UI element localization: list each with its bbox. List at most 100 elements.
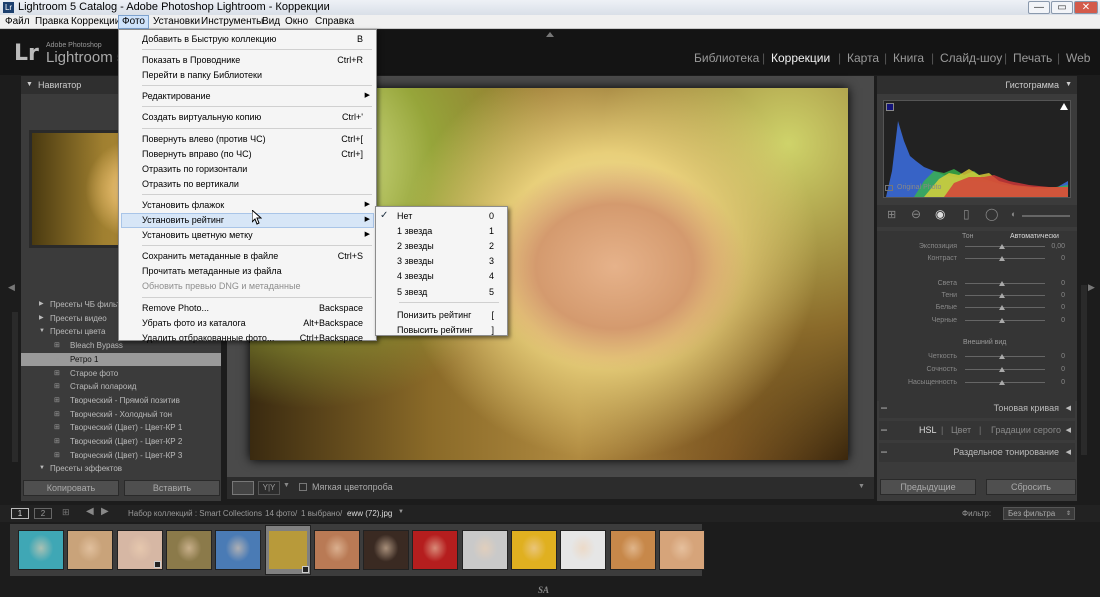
loupe-view-icon[interactable] <box>232 481 254 495</box>
graduated-filter-icon[interactable]: ▯ <box>963 207 970 221</box>
filter-select[interactable]: Без фильтра ⇕ <box>1003 507 1075 520</box>
preset-item[interactable]: ⊞ Творческий - Холодный тон <box>21 408 221 421</box>
crop-icon[interactable]: ⊞ <box>887 208 896 221</box>
photo-menu-item[interactable]: Прочитать метаданные из файла <box>142 264 282 278</box>
tab-hsl[interactable]: HSL <box>919 421 937 440</box>
slider-track[interactable] <box>965 382 1045 383</box>
preset-item[interactable]: ⊞ Старое фото <box>21 367 221 380</box>
slider-knob[interactable] <box>999 354 1005 359</box>
preset-item[interactable]: ⊞ Творческий (Цвет) - Цвет-КР 1 <box>21 421 221 434</box>
slider-track[interactable] <box>965 307 1045 308</box>
menu-1[interactable]: Файл <box>2 15 33 29</box>
module-tab-6[interactable]: Печать <box>1013 51 1052 65</box>
copy-button[interactable]: Копировать <box>23 480 119 496</box>
collection-path[interactable]: Набор коллекций : Smart Collections <box>128 509 262 518</box>
photo-menu-item[interactable]: Добавить в Быструю коллекцию <box>142 32 276 46</box>
slider-knob[interactable] <box>999 281 1005 286</box>
original-photo-checkbox[interactable] <box>885 185 893 191</box>
slider-track[interactable] <box>965 369 1045 370</box>
slider-value[interactable]: 0 <box>1047 278 1065 289</box>
preset-item[interactable]: ⊞ Ретро 1 <box>21 352 221 366</box>
filmstrip-thumb[interactable] <box>18 530 64 570</box>
menu-8[interactable]: Окно <box>282 15 311 29</box>
reset-button[interactable]: Сбросить <box>986 479 1076 495</box>
brush-slider[interactable] <box>1022 215 1070 217</box>
filmstrip-thumb[interactable] <box>658 530 705 570</box>
slider-knob[interactable] <box>999 318 1005 323</box>
module-tab-4[interactable]: Книга <box>893 51 924 65</box>
slider-track[interactable] <box>965 246 1045 247</box>
slider-value[interactable]: 0 <box>1047 377 1065 388</box>
left-collapse-icon[interactable]: ◀ <box>8 282 15 293</box>
filmstrip-thumb[interactable] <box>511 530 557 570</box>
window-1-button[interactable]: 1 <box>11 508 29 519</box>
photo-menu-item[interactable]: Отразить по вертикали <box>142 177 239 191</box>
before-after-button[interactable]: Y|Y <box>258 481 280 495</box>
right-collapse-icon[interactable]: ▶ <box>1088 282 1095 293</box>
adjustment-brush-icon[interactable]: ◐ <box>1011 209 1016 219</box>
photo-menu-item[interactable]: Установить рейтинг <box>142 213 224 227</box>
slider-value[interactable]: 0 <box>1047 315 1065 326</box>
maximize-button[interactable]: ▭ <box>1051 1 1073 14</box>
filmstrip-thumb[interactable] <box>67 530 114 570</box>
preset-item[interactable]: ⊞ Творческий - Прямой позитив <box>21 394 221 407</box>
slider-track[interactable] <box>965 356 1045 357</box>
menu-4[interactable]: Фото <box>118 15 149 29</box>
histogram-header[interactable]: Гистограмма ▼ <box>877 76 1077 94</box>
auto-tone-button[interactable]: Автоматически <box>1010 233 1059 240</box>
photo-menu-item[interactable]: Показать в Проводнике <box>142 53 240 67</box>
photo-menu-item[interactable]: Повернуть вправо (по ЧС) <box>142 147 252 161</box>
module-tab-3[interactable]: Карта <box>847 51 879 65</box>
chevron-down-icon[interactable]: ▼ <box>398 509 404 515</box>
slider-track[interactable] <box>965 283 1045 284</box>
slider-value[interactable]: 0 <box>1047 351 1065 362</box>
red-eye-icon[interactable]: ◉ <box>935 207 945 221</box>
window-2-button[interactable]: 2 <box>34 508 52 519</box>
current-filename[interactable]: eww (72).jpg <box>347 509 392 518</box>
previous-button[interactable]: Предыдущие <box>880 479 976 495</box>
filmstrip-thumb[interactable] <box>609 530 656 570</box>
slider-track[interactable] <box>965 295 1045 296</box>
tab-color[interactable]: Цвет <box>951 421 971 440</box>
collapse-top-icon[interactable] <box>546 32 554 37</box>
back-arrow-icon[interactable]: ◀ <box>86 506 94 517</box>
filmstrip-thumb[interactable] <box>363 530 410 570</box>
left-scrollbar[interactable] <box>12 312 18 462</box>
tone-curve-header[interactable]: ▬ Тоновая кривая ◀ <box>879 399 1075 418</box>
menu-3[interactable]: Коррекции <box>68 15 123 29</box>
minimize-button[interactable]: — <box>1028 1 1050 14</box>
switch-icon[interactable]: ▬ <box>881 443 887 462</box>
filmstrip-thumb[interactable] <box>560 530 607 570</box>
photo-menu-item[interactable]: Убрать фото из каталога <box>142 316 246 330</box>
photo-menu-item[interactable]: Удалить отбракованные фото... <box>142 331 274 345</box>
forward-arrow-icon[interactable]: ▶ <box>101 506 109 517</box>
switch-icon[interactable]: ▬ <box>881 399 887 418</box>
preset-item[interactable]: ⊞ Творческий (Цвет) - Цвет-КР 2 <box>21 435 221 448</box>
grid-icon[interactable]: ⊞ <box>62 507 70 518</box>
menu-9[interactable]: Справка <box>312 15 357 29</box>
slider-knob[interactable] <box>999 305 1005 310</box>
rating-menu-item[interactable]: Понизить рейтинг <box>397 308 471 322</box>
menu-5[interactable]: Установки <box>150 15 203 29</box>
chevron-down-icon[interactable]: ▼ <box>283 482 290 489</box>
hsl-header[interactable]: ▬ HSL | Цвет | Градации серого ◀ <box>879 421 1075 440</box>
slider-track[interactable] <box>965 320 1045 321</box>
slider-value[interactable]: 0 <box>1047 364 1065 375</box>
slider-track[interactable] <box>965 258 1045 259</box>
slider-knob[interactable] <box>999 256 1005 261</box>
photo-menu-item[interactable]: Remove Photo... <box>142 301 209 315</box>
preset-item[interactable]: ▼ Пресеты эффектов <box>21 462 221 475</box>
tab-grayscale[interactable]: Градации серого <box>991 421 1061 440</box>
photo-menu-item[interactable]: Перейти в папку Библиотеки <box>142 68 262 82</box>
soft-proof-checkbox[interactable] <box>299 483 307 491</box>
photo-menu-item[interactable]: Установить цветную метку <box>142 228 253 242</box>
spot-removal-icon[interactable]: ⊖ <box>911 207 921 221</box>
slider-knob[interactable] <box>999 367 1005 372</box>
paste-button[interactable]: Вставить <box>124 480 220 496</box>
preset-item[interactable]: ⊞ Старый полароид <box>21 380 221 393</box>
slider-knob[interactable] <box>999 244 1005 249</box>
slider-value[interactable]: 0,00 <box>1047 241 1065 252</box>
photo-menu-item[interactable]: Создать виртуальную копию <box>142 110 261 124</box>
rating-menu-item[interactable]: 3 звезды <box>397 254 434 268</box>
split-toning-header[interactable]: ▬ Раздельное тонирование ◀ <box>879 443 1075 462</box>
